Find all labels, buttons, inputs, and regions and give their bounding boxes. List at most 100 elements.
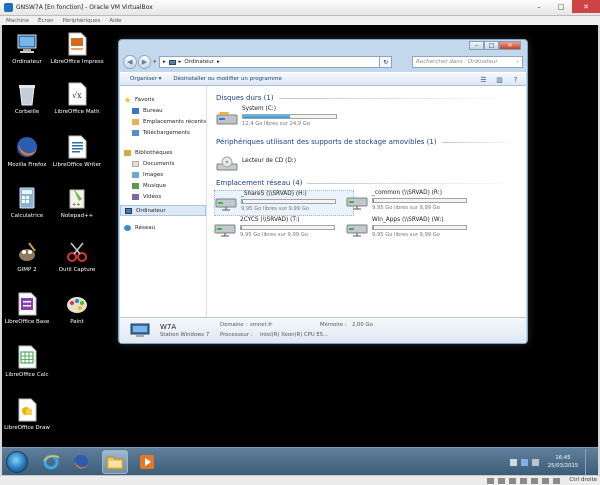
taskbar-explorer[interactable]	[102, 450, 128, 474]
desktop-icon-computer[interactable]: Ordinateur	[0, 32, 54, 66]
group-header-removable[interactable]: Périphériques utilisant des supports de …	[216, 136, 518, 148]
desktop-icon-firefox[interactable]: Mozilla Firefox	[0, 135, 54, 169]
desktop-icon-draw[interactable]: LibreOffice Draw	[0, 398, 54, 432]
menu-help[interactable]: Aide	[109, 18, 121, 24]
vbox-status-bar: Ctrl droite	[0, 475, 600, 485]
close-button[interactable]: ✕	[572, 0, 600, 13]
nav-recent-places[interactable]: Emplacements récents	[120, 116, 206, 127]
explorer-close-button[interactable]: ✕	[499, 41, 521, 50]
nav-label: Images	[143, 171, 164, 178]
nav-libraries[interactable]: Bibliothèques	[120, 147, 206, 158]
drive-cd-d[interactable]: Lecteur de CD (D:)	[216, 152, 356, 178]
processor-label: Processeur :	[220, 332, 253, 338]
uninstall-button[interactable]: Désinstaller ou modifier un programme	[173, 76, 281, 82]
cd-drive-icon	[216, 156, 238, 172]
drive-free-space: 9,95 Go libres sur 9,99 Go	[241, 206, 309, 212]
clock[interactable]: 16:45 25/03/2015	[543, 454, 583, 470]
menu-devices[interactable]: Périphériques	[63, 18, 101, 24]
network-status-icon[interactable]	[521, 458, 528, 466]
mouse-integration-icon[interactable]	[553, 478, 560, 484]
nav-videos[interactable]: Vidéos	[120, 191, 206, 202]
desktop-icon-notepadpp[interactable]: ++ Notepad++	[50, 186, 104, 220]
nav-images[interactable]: Images	[120, 169, 206, 180]
desktop-icon-label: LibreOffice Calc	[5, 372, 49, 378]
explorer-nav-bar: ◀ ▶ ▾ ▸ ▸ Ordinateur ▸ ↻ Rechercher dans…	[123, 54, 524, 70]
nav-documents[interactable]: Documents	[120, 158, 206, 169]
organize-button[interactable]: Organiser ▾	[130, 76, 161, 82]
nav-label: Téléchargements	[143, 129, 190, 136]
desktop-icon-impress[interactable]: LibreOffice Impress	[50, 32, 104, 66]
nav-label: Bureau	[143, 107, 163, 114]
shared-folders-status-icon[interactable]	[520, 478, 527, 484]
optical-drive-status-icon[interactable]	[498, 478, 505, 484]
computer-icon	[168, 59, 176, 65]
memory-value: 2,00 Go	[352, 322, 373, 328]
taskbar-ie[interactable]	[38, 450, 64, 474]
maximize-button[interactable]: □	[550, 0, 572, 13]
desktop-icon-calculator[interactable]: Calculatrice	[0, 186, 54, 220]
drive-network-h[interactable]: _ShareS (\\SRVAD) (H:) 9,95 Go libres su…	[214, 190, 354, 216]
usb-status-icon[interactable]	[509, 478, 516, 484]
impress-icon	[65, 32, 89, 56]
drive-usage-bar	[372, 225, 467, 230]
nav-computer[interactable]: Ordinateur	[120, 205, 206, 216]
writer-icon	[65, 135, 89, 159]
desktop-icon-label: Ordinateur	[12, 59, 42, 65]
history-dropdown[interactable]: ▾	[153, 59, 156, 65]
desktop-icon-base[interactable]: LibreOffice Base	[0, 292, 54, 326]
explorer-body: Favoris Bureau Emplacements récents Télé…	[120, 86, 526, 317]
hard-disk-status-icon[interactable]	[487, 478, 494, 484]
show-desktop-button[interactable]	[585, 449, 594, 475]
nav-favorites[interactable]: Favoris	[120, 94, 206, 105]
desktop-icon-recycle-bin[interactable]: Corbeille	[0, 82, 54, 116]
taskbar-media-player[interactable]	[134, 450, 160, 474]
menu-machine[interactable]: Machine	[6, 18, 29, 24]
desktop-icon-snipping-tool[interactable]: Outil Capture	[50, 240, 104, 274]
nav-label: Réseau	[135, 224, 156, 231]
desktop-icon-label: LibreOffice Impress	[50, 59, 104, 65]
group-header-hard-disks[interactable]: Disques durs (1)	[216, 92, 518, 104]
desktop-icon	[132, 107, 139, 114]
desktop-icon-writer[interactable]: LibreOffice Writer	[50, 135, 104, 169]
desktop-icon-calc[interactable]: LibreOffice Calc	[0, 345, 54, 379]
nav-desktop[interactable]: Bureau	[120, 105, 206, 116]
minimize-button[interactable]: –	[528, 0, 550, 13]
drive-network-t[interactable]: 2CYCS (\\SRVAD) (T:) 9,95 Go libres sur …	[214, 217, 354, 243]
search-input[interactable]: Rechercher dans : Ordinateur ⌕	[412, 56, 524, 68]
preview-pane-icon[interactable]: ▥	[495, 75, 504, 84]
system-tray: 16:45 25/03/2015	[510, 448, 594, 476]
help-icon[interactable]: ?	[511, 75, 520, 84]
explorer-minimize-button[interactable]: –	[469, 41, 484, 50]
start-button[interactable]	[6, 451, 28, 473]
address-bar[interactable]: ▸ ▸ Ordinateur ▸	[158, 56, 381, 68]
volume-icon[interactable]	[532, 458, 539, 466]
nav-label: Bibliothèques	[135, 149, 173, 156]
videos-icon	[132, 193, 139, 200]
view-options-icon[interactable]: ☰	[479, 75, 488, 84]
nav-downloads[interactable]: Téléchargements	[120, 127, 206, 138]
display-status-icon[interactable]	[542, 478, 549, 484]
drive-usage-bar	[242, 114, 337, 119]
drive-network-w[interactable]: Win_Apps (\\SRVAD) (W:) 9,95 Go libres s…	[346, 217, 486, 243]
network-status-icon[interactable]	[531, 478, 538, 484]
desktop-icon-math[interactable]: √x LibreOffice Math	[50, 82, 104, 116]
firefox-icon	[74, 455, 88, 469]
menu-screen[interactable]: Écran	[38, 18, 54, 24]
taskbar-firefox[interactable]	[68, 450, 94, 474]
refresh-icon[interactable]: ↻	[380, 56, 393, 68]
math-icon: √x	[65, 82, 89, 106]
explorer-maximize-button[interactable]: □	[484, 41, 499, 50]
drive-name: Lecteur de CD (D:)	[242, 158, 297, 164]
drive-network-r[interactable]: _common (\\SRVAD) (R:) 9,95 Go libres su…	[346, 190, 486, 216]
documents-icon	[132, 160, 139, 167]
nav-label: Favoris	[135, 96, 155, 103]
back-button[interactable]: ◀	[123, 55, 137, 69]
group-header-network-locations[interactable]: Emplacement réseau (4)	[216, 177, 518, 189]
drive-system-c[interactable]: System (C:) 12,4 Go libres sur 24,9 Go	[216, 106, 356, 132]
tray-expand-icon[interactable]	[510, 458, 517, 466]
nav-network[interactable]: Réseau	[120, 222, 206, 233]
forward-button[interactable]: ▶	[137, 55, 152, 69]
nav-music[interactable]: Musique	[120, 180, 206, 191]
desktop-icon-gimp[interactable]: GIMP 2	[0, 240, 54, 274]
desktop-icon-paint[interactable]: Paint	[50, 292, 104, 326]
